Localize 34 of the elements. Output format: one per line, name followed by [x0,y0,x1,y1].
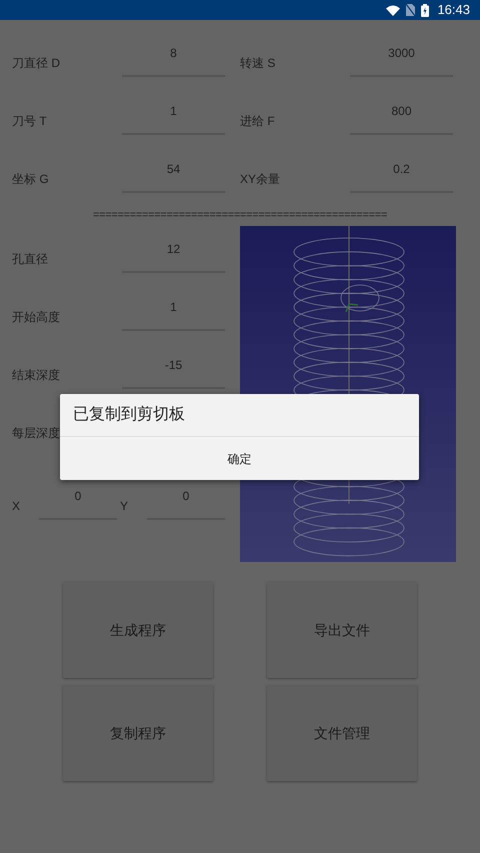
field-label: Y [120,498,130,515]
field-label: 进给 F [240,113,276,130]
input-field[interactable]: 0.2 [350,157,453,193]
ok-button[interactable]: 确定 [218,446,262,472]
input-field[interactable]: 1 [122,99,225,135]
input-field[interactable]: 800 [350,99,453,135]
field-label: 刀号 T [12,113,48,130]
field-label: 孔直径 [12,251,49,268]
action-button[interactable]: 导出文件 [267,582,417,678]
battery-icon [421,4,430,16]
input-field[interactable]: 12 [122,237,225,273]
input-field[interactable]: 8 [122,41,225,77]
field-label: X [12,498,22,515]
action-button[interactable]: 文件管理 [267,685,417,781]
field-label: XY余量 [240,171,282,188]
input-field[interactable]: 54 [122,157,225,193]
field-label: 刀直径 D [12,55,61,72]
no-sim-icon [406,4,416,16]
wifi-icon [386,4,400,16]
input-field[interactable]: 0 [147,484,225,520]
action-button[interactable]: 复制程序 [63,685,213,781]
field-label: 转速 S [240,55,276,72]
dialog-message: 已复制到剪切板 [73,404,185,425]
input-field[interactable]: 0 [39,484,117,520]
field-label: 每层深度 [12,425,61,442]
field-label: 坐标 G [12,171,50,188]
input-field[interactable]: -15 [122,353,225,389]
field-label: 结束深度 [12,367,61,384]
input-field[interactable]: 3000 [350,41,453,77]
field-label: 开始高度 [12,309,61,326]
status-time: 16:43 [437,1,470,20]
action-button[interactable]: 生成程序 [63,582,213,678]
separator-text: ================================================ [93,208,387,223]
input-field[interactable]: 1 [122,295,225,331]
